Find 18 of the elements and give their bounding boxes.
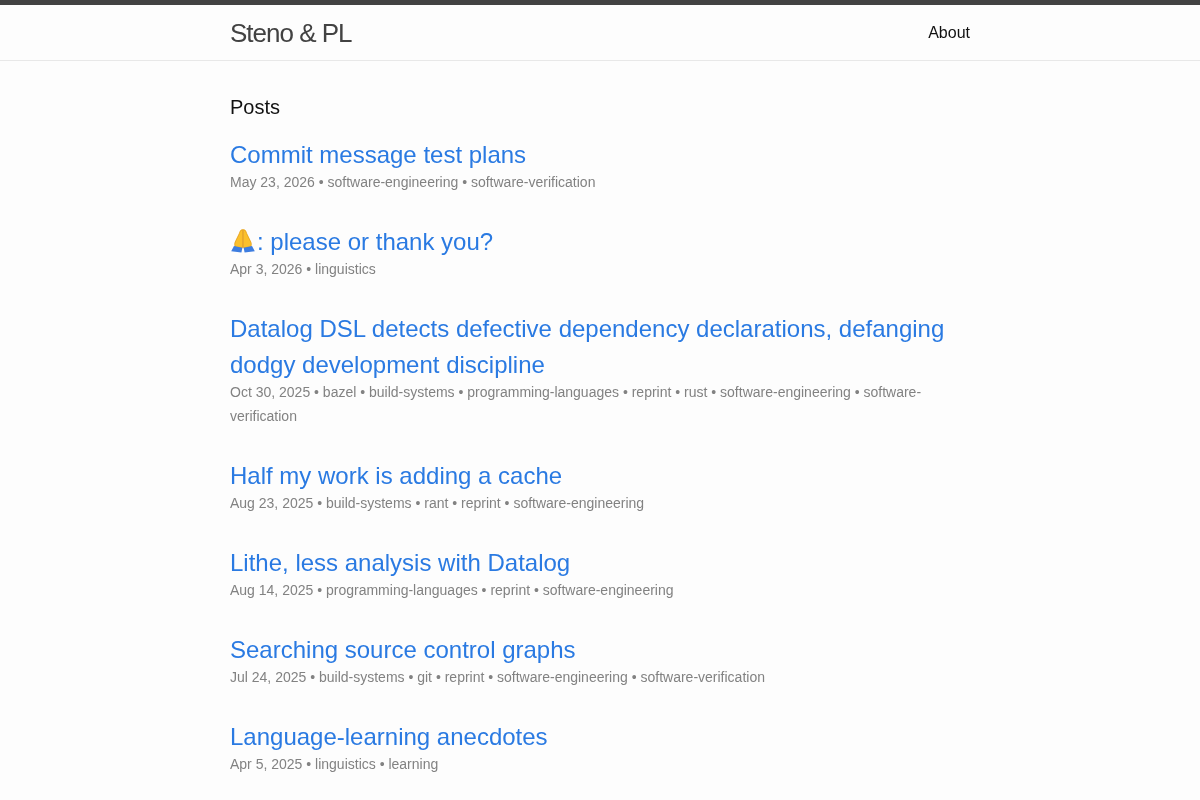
folded-hands-icon: [230, 229, 256, 253]
post-meta: Jul 24, 2025 • build-systems • git • reprint • software-engineering • software-verification: [230, 668, 765, 687]
post-meta: Apr 5, 2025 • linguistics • learning: [230, 755, 439, 774]
post-title-link[interactable]: : please or thank you?: [230, 224, 494, 260]
post-meta: Aug 14, 2025 • programming-languages • reprint • software-engineering: [230, 581, 674, 600]
section-heading: Posts: [230, 95, 281, 120]
post-title-link[interactable]: Language-learning anecdotes: [230, 719, 548, 755]
post-title-link[interactable]: Lithe, less analysis with Datalog: [230, 545, 571, 581]
post-title-link[interactable]: Commit message test plans: [230, 137, 527, 173]
post-meta: Aug 23, 2025 • build-systems • rant • reprint • software-engineering: [230, 494, 645, 513]
post-meta: Oct 30, 2025 • bazel • build-systems • programming-languages • reprint • rust • software-engineering • software-verification: [230, 383, 923, 426]
post-title-link[interactable]: Searching source control graphs: [230, 632, 576, 668]
nav-link[interactable]: About: [928, 23, 970, 41]
post-title-link[interactable]: Half my work is adding a cache: [230, 458, 563, 494]
site-title-link[interactable]: Steno & PL: [230, 5, 352, 60]
post-title-link[interactable]: Datalog DSL detects defective dependency declarations, defanging dodgy development discipline: [230, 311, 970, 383]
post-meta: Apr 3, 2026 • linguistics: [230, 260, 376, 279]
post-meta: May 23, 2026 • software-engineering • software-verification: [230, 173, 596, 192]
